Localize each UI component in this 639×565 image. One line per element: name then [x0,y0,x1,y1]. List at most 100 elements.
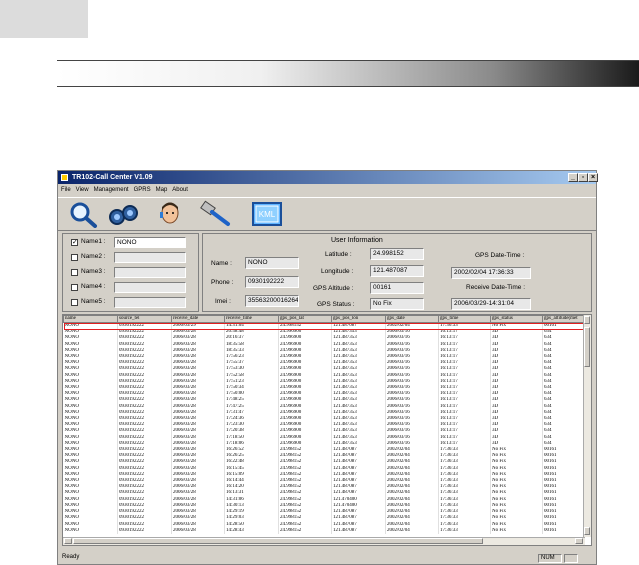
name1-checkbox[interactable]: ✓ [71,239,78,246]
name3-field[interactable] [114,267,186,278]
name4-field[interactable] [114,282,186,293]
kml-tool-button[interactable]: KML [251,200,283,228]
name4-label: Name4 : [81,283,106,290]
menu-file[interactable]: File [61,185,71,196]
window-title: TR102-Call Center V1.09 [72,174,153,181]
app-window: TR102-Call Center V1.09 _ ▫ × File View Ma… [57,170,598,565]
menu-gprs[interactable]: GPRS [134,185,151,196]
table-cell: 00161 [542,527,586,534]
scroll-right-arrow[interactable] [575,538,583,544]
table-cell: NONO [63,527,118,534]
menu-view[interactable]: View [76,185,89,196]
column-header[interactable]: gps_time [438,315,491,323]
minimize-button[interactable]: _ [568,173,578,182]
column-header[interactable]: receive_time [224,315,279,323]
table-cell: 0930192222 [117,322,172,330]
phone-label: Phone : [211,279,234,286]
table-cell: 17:36:33 [438,527,491,534]
column-header[interactable]: gps_status [490,315,543,323]
connect-tool-button[interactable] [198,200,232,228]
longitude-label: Longitude : [321,268,354,275]
menu-management[interactable]: Management [94,185,129,196]
table-cell: 2006/03/29 [171,322,225,330]
table-cell: NONO [63,322,118,330]
toolbar: KML [58,197,596,231]
search-tool-button[interactable] [66,200,100,228]
name4-checkbox[interactable] [71,284,78,291]
menu-map[interactable]: Map [156,185,168,196]
table-cell: 121.487087 [331,322,386,330]
app-icon [61,174,68,181]
records-grid: name source_tel receive_date receive_time gp… [63,315,586,534]
horizontal-scrollbar[interactable] [63,537,585,545]
gps-datetime-label: GPS Date-Time : [475,252,525,259]
status-bar: Ready NUM [58,553,596,564]
names-group: ✓ Name1 : NONO Name2 : Name3 : Name4 : N… [62,233,199,312]
magnifier-icon [70,202,97,228]
name-value: NONO [245,257,299,269]
name1-label: Name1 : [81,238,106,245]
status-num-indicator: NUM [538,554,562,563]
name3-label: Name3 : [81,268,106,275]
maximize-button[interactable]: ▫ [578,173,588,182]
table-cell: 2002/02/04 [385,322,439,330]
imei-value: 355632000162645 [245,295,299,307]
status-blank-pane [564,554,578,563]
user-info-heading: User Information [331,237,383,244]
table-cell: 14:28:43 [224,527,279,534]
column-header[interactable]: name [63,315,118,323]
horizontal-scroll-thumb[interactable] [73,538,483,544]
table-cell: 00161 [542,322,586,330]
table-cell: 2002/02/04 [385,527,439,534]
table-cell: 2006/03/28 [171,527,225,534]
latitude-label: Latitude : [325,251,352,258]
name5-checkbox[interactable] [71,299,78,306]
column-header[interactable]: gps_date [385,315,439,323]
kml-text: KML [259,210,276,219]
altitude-label: GPS Altitude : [313,285,354,292]
table-cell: 24.998152 [278,322,332,330]
table-cell: 14:31:04 [224,322,279,330]
vertical-scrollbar[interactable] [583,315,591,537]
table-row[interactable]: NONO 0930192222 2006/03/29 14:31:04 24.99815… [63,322,586,330]
vertical-scroll-thumb[interactable] [584,327,590,367]
status-text: Ready [62,554,80,560]
receive-datetime-label: Receive Date-Time : [466,284,525,291]
column-header[interactable]: source_tel [117,315,172,323]
table-cell: No Fix [490,322,543,330]
table-row[interactable]: NONO 0930192222 2006/03/28 14:28:43 24.99815… [63,527,586,534]
scroll-down-arrow[interactable] [584,527,590,535]
scroll-left-arrow[interactable] [64,538,72,544]
table-cell: 0930192222 [117,527,172,534]
table-cell: 24.998152 [278,527,332,534]
name3-checkbox[interactable] [71,269,78,276]
binoculars-icon [109,205,138,225]
usb-cable-icon [200,200,230,226]
scroll-up-arrow[interactable] [584,316,590,324]
imei-label: Imei : [215,298,231,305]
altitude-value: 00161 [370,282,424,294]
column-header[interactable]: gps_pos_lon [331,315,386,323]
close-button[interactable]: × [588,173,598,182]
corner-gray-tab [0,0,88,38]
track-tool-button[interactable] [106,200,140,228]
user-tool-button[interactable] [153,200,187,228]
table-cell: 121.487087 [331,527,386,534]
column-header[interactable]: gps_altitude(met [542,315,586,323]
table-cell: 17:36:33 [438,322,491,330]
column-header[interactable]: receive_date [171,315,225,323]
title-bar: TR102-Call Center V1.09 _ ▫ × [58,171,598,184]
user-info-group: User Information Name : NONO Phone : 093… [202,233,592,312]
table-header-row: name source_tel receive_date receive_time gp… [63,315,586,323]
name5-field[interactable] [114,297,186,308]
menu-about[interactable]: About [172,185,188,196]
gps-status-label: GPS Status : [317,301,355,308]
name2-checkbox[interactable] [71,254,78,261]
name2-field[interactable] [114,252,186,263]
gps-status-value: No Fix [370,298,424,310]
name2-label: Name2 : [81,253,106,260]
column-header[interactable]: gps_pos_lat [278,315,332,323]
person-icon [160,202,179,224]
records-table[interactable]: name source_tel receive_date receive_time gp… [62,314,592,546]
name1-field[interactable]: NONO [114,237,186,248]
